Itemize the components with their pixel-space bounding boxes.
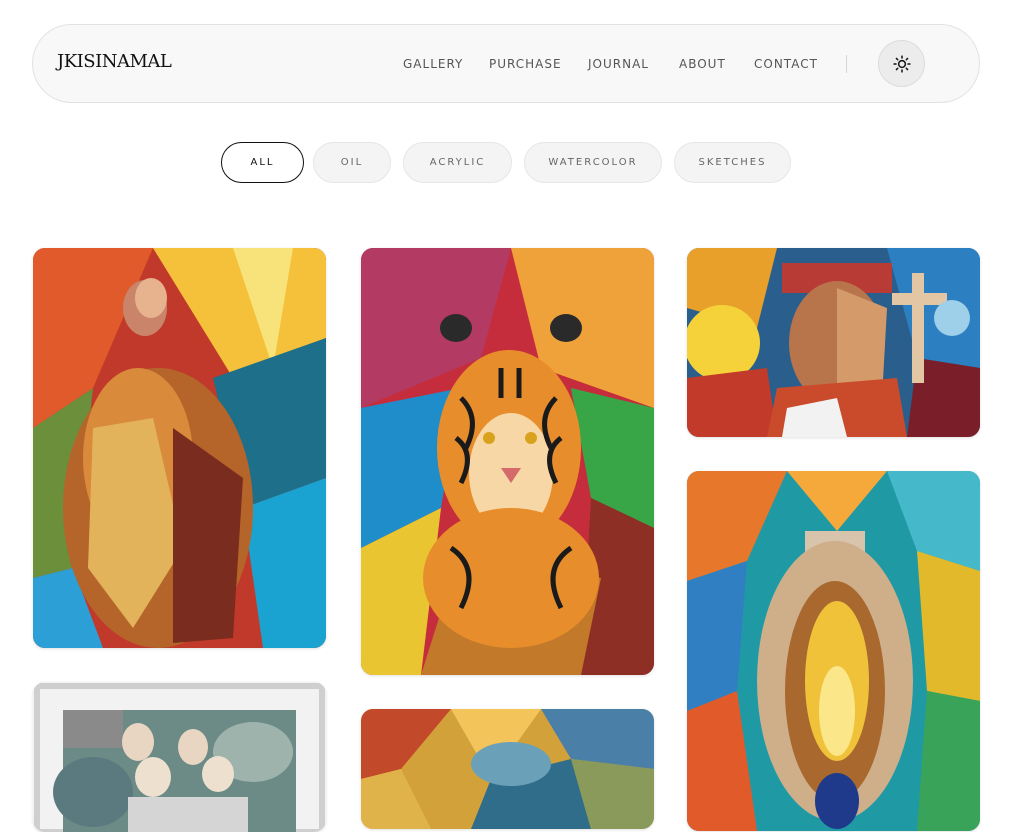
nav-divider <box>846 55 847 73</box>
filter-acrylic[interactable]: ACRYLIC <box>403 142 512 183</box>
filter-sketches[interactable]: SKETCHES <box>674 142 791 183</box>
nav-about[interactable]: ABOUT <box>679 57 726 71</box>
artwork-image <box>687 471 980 831</box>
artwork-card-tiger[interactable] <box>361 248 654 675</box>
filter-oil[interactable]: OIL <box>313 142 391 183</box>
brand-logo[interactable]: JKISINAMAL <box>57 51 172 72</box>
nav-gallery[interactable]: GALLERY <box>403 57 463 71</box>
theme-toggle-button[interactable] <box>878 40 925 87</box>
artwork-image <box>33 248 326 648</box>
artwork-image <box>687 248 980 437</box>
artwork-card-vase[interactable] <box>687 471 980 831</box>
nav-journal[interactable]: JOURNAL <box>588 57 649 71</box>
artwork-image <box>361 248 654 675</box>
artwork-image <box>361 709 654 829</box>
filter-watercolor[interactable]: WATERCOLOR <box>524 142 662 183</box>
site-header: JKISINAMAL GALLERY PURCHASE JOURNAL ABOU… <box>32 24 980 103</box>
sun-icon <box>892 54 911 73</box>
nav-contact[interactable]: CONTACT <box>754 57 818 71</box>
filter-all[interactable]: ALL <box>221 142 304 183</box>
artwork-card-portrait[interactable] <box>687 248 980 437</box>
artwork-card-family[interactable] <box>33 682 326 832</box>
artwork-card-abstract[interactable] <box>361 709 654 829</box>
artwork-image <box>33 682 326 832</box>
category-filters: ALL OIL ACRYLIC WATERCOLOR SKETCHES <box>0 142 1014 184</box>
nav-purchase[interactable]: PURCHASE <box>489 57 562 71</box>
artwork-card-figure[interactable] <box>33 248 326 648</box>
